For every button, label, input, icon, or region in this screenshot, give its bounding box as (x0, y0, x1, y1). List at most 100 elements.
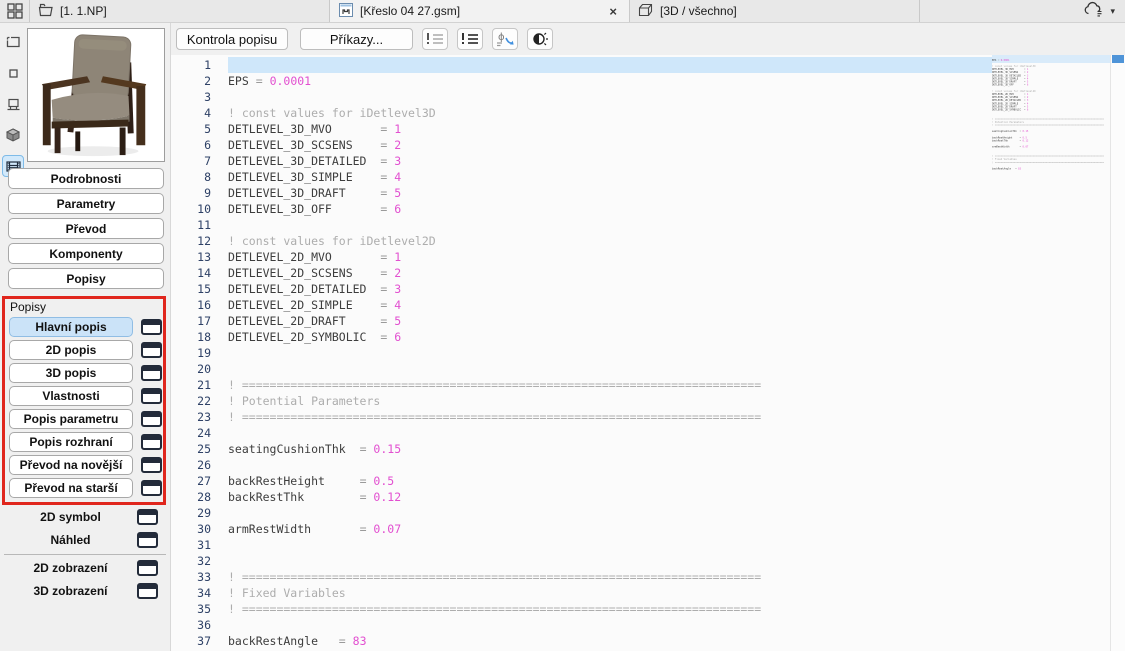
line-number: 31 (185, 537, 228, 553)
script-button-prevod-na-starsi[interactable]: Převod na starší (9, 478, 133, 498)
contrast-icon[interactable] (527, 28, 553, 50)
row-3d-zobrazeni: 3D zobrazení (0, 581, 170, 601)
code-line[interactable]: 30armRestWidth = 0.07 (185, 521, 992, 537)
code-line[interactable]: 11 (185, 217, 992, 233)
tile-windows-icon[interactable] (0, 0, 30, 22)
code-line[interactable]: 19 (185, 345, 992, 361)
code-line[interactable]: 28backRestThk = 0.12 (185, 489, 992, 505)
tab-floor-plan[interactable]: [1. 1.NP] (30, 0, 330, 22)
open-in-window-icon[interactable] (141, 457, 162, 473)
nav-button-podrobnosti[interactable]: Podrobnosti (8, 168, 164, 189)
parameter-transfer-icon[interactable]: ϕ (492, 28, 518, 50)
code-line[interactable]: 32 (185, 553, 992, 569)
nav-button-prevod[interactable]: Převod (8, 218, 164, 239)
code-line[interactable]: 9DETLEVEL_3D_DRAFT = 5 (185, 185, 992, 201)
open-in-window-icon[interactable] (137, 583, 158, 599)
object-preview[interactable] (27, 28, 165, 162)
row-nahled: Náhled (0, 530, 170, 550)
code-line[interactable]: 36 (185, 617, 992, 633)
code-line[interactable]: 35! ====================================… (185, 601, 992, 617)
code-line[interactable]: 20 (185, 361, 992, 377)
code-line[interactable]: 7DETLEVEL_3D_DETAILED = 3 (185, 153, 992, 169)
nav-button-komponenty[interactable]: Komponenty (8, 243, 164, 264)
open-in-window-icon[interactable] (137, 560, 158, 576)
code-line[interactable]: 3 (185, 89, 992, 105)
line-number: 25 (185, 441, 228, 457)
script-button-popis-rozhrani[interactable]: Popis rozhraní (9, 432, 133, 452)
commands-button[interactable]: Příkazy... (300, 28, 413, 50)
code-line[interactable]: 29 (185, 505, 992, 521)
script-button-popis-parametru[interactable]: Popis parametru (9, 409, 133, 429)
quick-options-button[interactable]: ▾ (1077, 0, 1125, 22)
tab-object-editor[interactable]: [Křeslo 04 27.gsm] × (330, 0, 630, 22)
code-line[interactable]: 26 (185, 457, 992, 473)
code-line[interactable]: 10DETLEVEL_3D_OFF = 6 (185, 201, 992, 217)
code-line[interactable]: 31 (185, 537, 992, 553)
script-button-hlavni-popis[interactable]: Hlavní popis (9, 317, 133, 337)
script-button-3d-popis[interactable]: 3D popis (9, 363, 133, 383)
open-in-window-icon[interactable] (141, 388, 162, 404)
code-line[interactable]: 4! const values for iDetlevel3D (185, 105, 992, 121)
code-line[interactable]: 17DETLEVEL_2D_DRAFT = 5 (185, 313, 992, 329)
code-line[interactable]: 33! ====================================… (185, 569, 992, 585)
line-number: 5 (185, 121, 228, 137)
code-line[interactable]: 14DETLEVEL_2D_SCSENS = 2 (185, 265, 992, 281)
line-number: 12 (185, 233, 228, 249)
open-in-window-icon[interactable] (137, 509, 158, 525)
code-line[interactable]: 21! ====================================… (185, 377, 992, 393)
code-line[interactable]: 24 (185, 425, 992, 441)
code-line[interactable]: 22! Potential Parameters (185, 393, 992, 409)
code-line[interactable]: 23! ====================================… (185, 409, 992, 425)
code-line[interactable]: 13DETLEVEL_2D_MVO = 1 (185, 249, 992, 265)
line-number: 11 (185, 217, 228, 233)
cube-3d-icon[interactable] (2, 124, 24, 146)
code-line[interactable]: 18DETLEVEL_2D_SYMBOLIC = 6 (185, 329, 992, 345)
line-number: 23 (185, 409, 228, 425)
code-line[interactable]: 15DETLEVEL_2D_DETAILED = 3 (185, 281, 992, 297)
vertical-scrollbar[interactable] (1110, 55, 1125, 651)
line-number: 8 (185, 169, 228, 185)
tab-3d-window[interactable]: [3D / všechno] (630, 0, 920, 22)
work-area: Podrobnosti Parametry Převod Komponenty … (0, 23, 1125, 651)
line-number: 26 (185, 457, 228, 473)
open-in-window-icon[interactable] (141, 411, 162, 427)
code-line[interactable]: 16DETLEVEL_2D_SIMPLE = 4 (185, 297, 992, 313)
script-button-2d-popis[interactable]: 2D popis (9, 340, 133, 360)
code-line[interactable]: 12! const values for iDetlevel2D (185, 233, 992, 249)
square-icon[interactable] (2, 62, 24, 84)
check-report-dark-icon[interactable] (457, 28, 483, 50)
svg-text:ϕ: ϕ (498, 32, 505, 43)
open-in-window-icon[interactable] (137, 532, 158, 548)
line-number: 32 (185, 553, 228, 569)
code-line[interactable]: 2EPS = 0.0001 (185, 73, 992, 89)
close-icon[interactable]: × (605, 4, 621, 19)
code-line[interactable]: 5DETLEVEL_3D_MVO = 1 (185, 121, 992, 137)
code-line[interactable]: 6DETLEVEL_3D_SCSENS = 2 (185, 137, 992, 153)
scrollbar-thumb[interactable] (1112, 55, 1124, 63)
line-number: 21 (185, 377, 228, 393)
minimap[interactable]: EPS = 0.0001! const values for iDetlevel… (992, 55, 1110, 651)
symbol-fragment-icon[interactable] (2, 31, 24, 53)
open-in-window-icon[interactable] (141, 434, 162, 450)
code-line[interactable]: 27backRestHeight = 0.5 (185, 473, 992, 489)
line-number: 34 (185, 585, 228, 601)
check-script-button[interactable]: Kontrola popisu (176, 28, 288, 50)
script-button-prevod-na-novejsi[interactable]: Převod na novější (9, 455, 133, 475)
check-report-light-icon[interactable] (422, 28, 448, 50)
line-number: 35 (185, 601, 228, 617)
code-line[interactable]: 25seatingCushionThk = 0.15 (185, 441, 992, 457)
open-in-window-icon[interactable] (141, 480, 162, 496)
nav-button-parametry[interactable]: Parametry (8, 193, 164, 214)
code-line[interactable]: 8DETLEVEL_3D_SIMPLE = 4 (185, 169, 992, 185)
script-button-vlastnosti[interactable]: Vlastnosti (9, 386, 133, 406)
open-in-window-icon[interactable] (141, 365, 162, 381)
code-lines[interactable]: 12EPS = 0.000134! const values for iDetl… (185, 57, 992, 649)
open-in-window-icon[interactable] (141, 319, 162, 335)
code-line[interactable]: 37backRestAngle = 83 (185, 633, 992, 649)
gdl-script-editor[interactable]: 12EPS = 0.000134! const values for iDetl… (171, 55, 1125, 651)
nav-button-popisy[interactable]: Popisy (8, 268, 164, 289)
open-in-window-icon[interactable] (141, 342, 162, 358)
code-line[interactable]: 1 (185, 57, 992, 73)
ground-view-icon[interactable] (2, 93, 24, 115)
code-line[interactable]: 34! Fixed Variables (185, 585, 992, 601)
